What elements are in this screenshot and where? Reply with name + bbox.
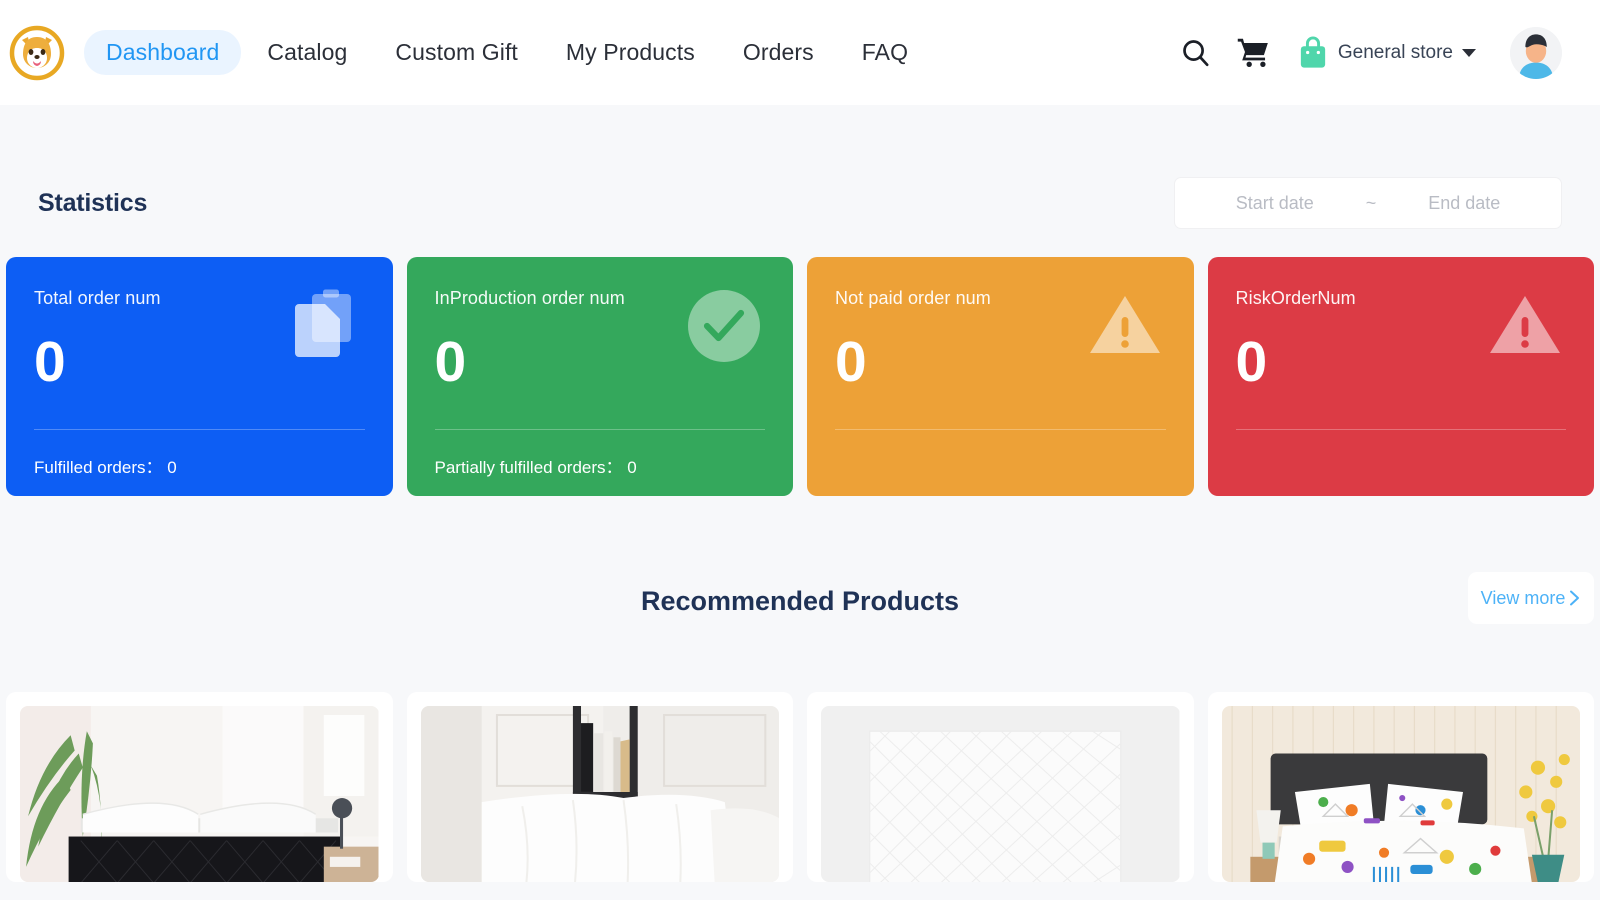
product-image [20, 706, 379, 882]
stat-card-total-orders[interactable]: Total order num 0 Fulfilled orders： 0 [6, 257, 393, 496]
shopping-bag-icon [1297, 36, 1329, 70]
warning-triangle-icon [1086, 287, 1164, 365]
card-divider [835, 429, 1166, 430]
product-card[interactable] [807, 692, 1194, 882]
statistics-header: Statistics Start date ~ End date [0, 177, 1600, 229]
product-image [1222, 706, 1581, 882]
chevron-down-icon [1462, 49, 1476, 57]
stat-card-footer: Partially fulfilled orders： 0 [435, 453, 637, 478]
card-divider [435, 429, 766, 430]
store-selector[interactable]: General store [1297, 36, 1476, 70]
product-card[interactable] [6, 692, 393, 882]
recommended-header: Recommended Products View more [0, 572, 1600, 630]
date-range-separator: ~ [1366, 193, 1377, 214]
shopping-cart-icon[interactable] [1225, 24, 1283, 82]
end-date-input[interactable]: End date [1428, 193, 1500, 214]
product-card[interactable] [407, 692, 794, 882]
header-actions: General store [1167, 24, 1562, 82]
product-image [421, 706, 780, 882]
stat-card-inproduction-orders[interactable]: InProduction order num 0 Partially fulfi… [407, 257, 794, 496]
chevron-right-icon [1568, 589, 1581, 607]
page-title: Statistics [38, 189, 147, 218]
nav-item-dashboard[interactable]: Dashboard [84, 30, 241, 75]
warning-triangle-icon [1486, 287, 1564, 365]
clipboard-documents-icon [285, 287, 363, 365]
stat-card-not-paid-orders[interactable]: Not paid order num 0 [807, 257, 1194, 496]
stat-card-risk-orders[interactable]: RiskOrderNum 0 [1208, 257, 1595, 496]
check-circle-icon [685, 287, 763, 365]
view-more-label: View more [1481, 588, 1566, 609]
view-more-button[interactable]: View more [1468, 572, 1594, 624]
statistics-cards: Total order num 0 Fulfilled orders： 0 In… [0, 257, 1600, 496]
recommended-products-grid [0, 692, 1600, 882]
stat-card-footer: Fulfilled orders： 0 [34, 453, 177, 478]
section-title: Recommended Products [641, 586, 959, 617]
nav-item-orders[interactable]: Orders [721, 30, 836, 75]
nav-item-my-products[interactable]: My Products [544, 30, 717, 75]
product-card[interactable] [1208, 692, 1595, 882]
product-image [821, 706, 1180, 882]
date-range-picker[interactable]: Start date ~ End date [1174, 177, 1562, 229]
main-navigation: Dashboard Catalog Custom Gift My Product… [84, 30, 930, 75]
start-date-input[interactable]: Start date [1236, 193, 1314, 214]
card-divider [34, 429, 365, 430]
user-avatar[interactable] [1510, 27, 1562, 79]
nav-item-faq[interactable]: FAQ [840, 30, 930, 75]
card-divider [1236, 429, 1567, 430]
app-header: Dashboard Catalog Custom Gift My Product… [0, 0, 1600, 105]
nav-item-catalog[interactable]: Catalog [245, 30, 369, 75]
nav-item-custom-gift[interactable]: Custom Gift [373, 30, 540, 75]
search-icon[interactable] [1167, 24, 1225, 82]
shiba-dog-logo[interactable] [8, 24, 66, 82]
store-name-label: General store [1338, 42, 1453, 64]
